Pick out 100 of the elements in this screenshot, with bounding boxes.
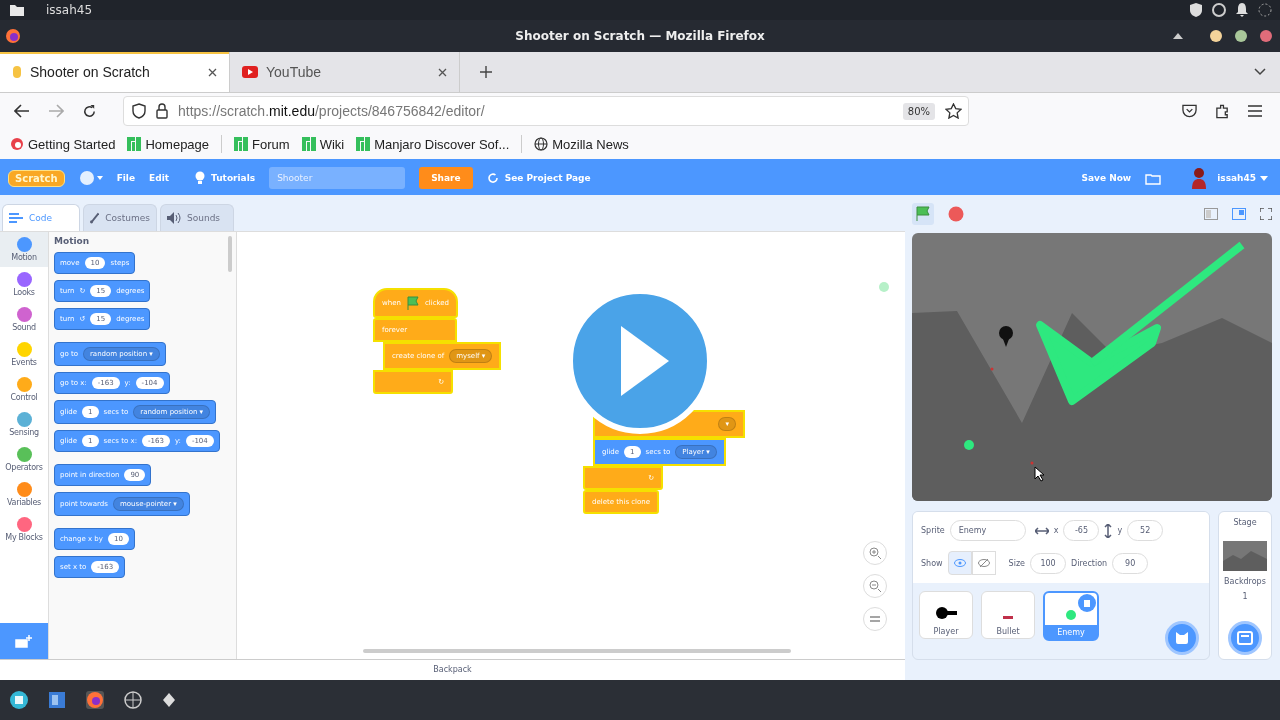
brush-icon	[90, 211, 100, 225]
add-sprite-button[interactable]	[1165, 621, 1199, 655]
field-label: Show	[921, 558, 943, 568]
sprite-tile[interactable]: Player	[919, 591, 973, 639]
code-icon	[9, 213, 23, 223]
firefox-icon	[10, 137, 24, 151]
globe-icon[interactable]	[124, 691, 142, 709]
category-item[interactable]: Sound	[0, 302, 48, 337]
hide-toggle[interactable]	[971, 551, 996, 575]
bookmark-link[interactable]: Forum	[234, 136, 290, 152]
clock-icon[interactable]	[1258, 3, 1272, 17]
cat-icon	[1174, 630, 1190, 646]
sprite-name: Enemy	[1057, 628, 1085, 637]
refresh-icon	[486, 172, 499, 184]
diamond-icon[interactable]	[162, 693, 176, 707]
caret-icon[interactable]	[1173, 33, 1183, 39]
bookmark-link[interactable]: Homepage	[127, 136, 210, 152]
category-item[interactable]: Events	[0, 337, 48, 372]
network-icon[interactable]	[1212, 3, 1226, 17]
field-label: Sprite	[921, 526, 945, 535]
horizontal-scrollbar[interactable]	[363, 649, 791, 653]
flag-icon	[915, 206, 931, 222]
category-item[interactable]: Looks	[0, 267, 48, 302]
manjaro-icon	[301, 137, 316, 151]
minimize-button[interactable]	[1210, 30, 1222, 42]
manjaro-icon	[356, 137, 371, 151]
speaker-icon	[167, 212, 181, 224]
bookmark-link[interactable]: Manjaro Discover Sof...	[356, 136, 510, 152]
field-label: Size	[1008, 558, 1025, 568]
zoom-out-icon	[869, 580, 881, 592]
category-item[interactable]: My Blocks	[0, 512, 48, 547]
category-item[interactable]: Variables	[0, 477, 48, 512]
maximize-button[interactable]	[1235, 30, 1247, 42]
firefox-icon[interactable]	[5, 28, 21, 44]
category-item[interactable]: Sensing	[0, 407, 48, 442]
backpack-bar[interactable]: Backpack	[0, 659, 905, 680]
tab-title: YouTube	[266, 64, 322, 80]
sprite-name: Player	[933, 627, 959, 636]
category-item[interactable]: Control	[0, 372, 48, 407]
chevron-icon[interactable]	[1254, 68, 1266, 76]
plus-icon[interactable]	[480, 66, 492, 78]
close-button[interactable]	[1260, 30, 1272, 42]
eye-slash-icon	[977, 558, 990, 568]
image-icon	[1237, 631, 1253, 645]
category-item[interactable]: Operators	[0, 442, 48, 477]
stage-title: Stage	[1233, 518, 1257, 527]
reload-icon[interactable]	[82, 103, 97, 119]
horizontal-arrow-icon	[1034, 526, 1049, 535]
field-label: x	[1053, 526, 1059, 535]
show-toggle[interactable]	[947, 551, 972, 575]
url-text: https://scratch.mit.edu/projects/846756842/editor/	[178, 103, 485, 119]
shield-icon[interactable]	[132, 103, 146, 119]
bookmark-link[interactable]: Getting Started	[10, 136, 116, 152]
stop-icon[interactable]	[948, 206, 964, 222]
address-field[interactable]: https://scratch.mit.edu/projects/846756842/editor/ 80%	[123, 96, 969, 126]
zoom-in-icon	[869, 547, 881, 559]
zoom-badge[interactable]: 80%	[902, 102, 935, 120]
bell-icon[interactable]	[1236, 3, 1248, 17]
scratch-icon	[12, 65, 22, 79]
browser-tab[interactable]: YouTube	[230, 52, 460, 92]
close-icon[interactable]	[438, 67, 447, 77]
extension-icon	[15, 634, 33, 648]
large-stage-icon[interactable]	[1232, 208, 1246, 220]
sprite-name: Bullet	[996, 627, 1020, 636]
panel-title: issah45	[46, 3, 93, 17]
start-menu-icon[interactable]	[10, 691, 28, 709]
field-label: y	[1117, 526, 1123, 535]
star-icon[interactable]	[945, 103, 962, 119]
files-icon[interactable]	[48, 691, 66, 709]
lightbulb-icon	[195, 171, 206, 185]
firefox-icon[interactable]	[86, 691, 104, 709]
backdrop-thumbnail[interactable]	[1223, 541, 1267, 571]
bookmark-link[interactable]: Wiki	[301, 136, 345, 152]
sprite-thumbnail	[935, 607, 957, 619]
lock-icon[interactable]	[156, 103, 168, 119]
editor-tab[interactable]: Sounds	[160, 204, 234, 231]
manjaro-icon	[234, 137, 249, 151]
eye-icon	[953, 559, 966, 567]
puzzle-icon[interactable]	[1215, 103, 1230, 119]
trash-icon[interactable]	[1078, 594, 1096, 612]
fullscreen-icon[interactable]	[1260, 208, 1272, 220]
shield-icon[interactable]	[1190, 3, 1202, 17]
palette-scrollbar[interactable]	[228, 236, 232, 272]
add-extension-button[interactable]	[0, 623, 48, 659]
folder-icon[interactable]	[10, 4, 24, 16]
menu-icon[interactable]	[1248, 105, 1262, 117]
sprite-tile[interactable]: Bullet	[981, 591, 1035, 639]
add-backdrop-button[interactable]	[1228, 621, 1262, 655]
palette-heading: Motion	[54, 236, 90, 246]
window-title: Shooter on Scratch — Mozilla Firefox	[514, 29, 766, 43]
close-icon[interactable]	[208, 67, 217, 77]
back-icon[interactable]	[14, 104, 30, 118]
pocket-icon[interactable]	[1182, 104, 1197, 118]
editor-tab[interactable]: Costumes	[83, 204, 157, 231]
bookmark-link[interactable]: Mozilla News	[534, 136, 629, 152]
sprite-thumbnail	[1003, 616, 1013, 619]
manjaro-icon	[127, 137, 142, 151]
category-item[interactable]: Motion	[0, 232, 48, 267]
browser-tab[interactable]: Shooter on Scratch	[0, 52, 230, 92]
globe-icon	[534, 137, 549, 151]
